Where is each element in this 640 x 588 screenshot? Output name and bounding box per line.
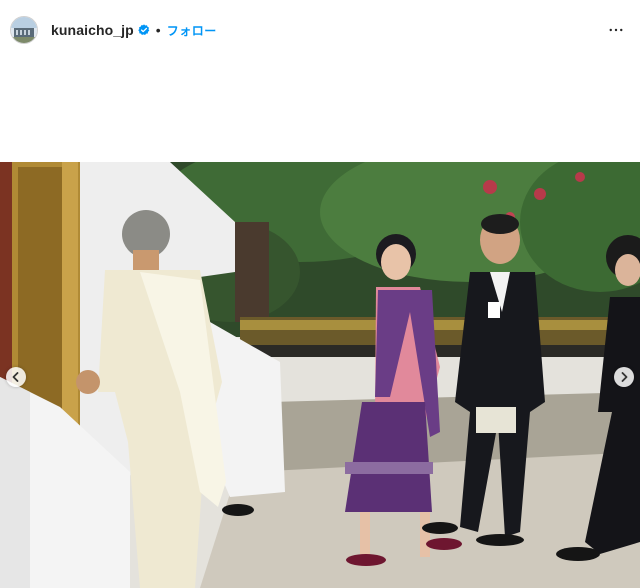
more-horizontal-icon xyxy=(609,28,623,32)
chevron-left-icon xyxy=(12,372,19,382)
follow-button[interactable]: フォロー xyxy=(167,22,217,39)
profile-avatar[interactable] xyxy=(10,16,38,44)
carousel-prev-button[interactable] xyxy=(6,367,26,387)
photo-scene xyxy=(0,162,640,588)
carousel-next-button[interactable] xyxy=(614,367,634,387)
separator-dot: • xyxy=(155,22,161,38)
username-link[interactable]: kunaicho_jp xyxy=(51,22,134,38)
verified-badge-icon xyxy=(138,24,150,36)
building-avatar-icon xyxy=(11,17,37,43)
chevron-right-icon xyxy=(621,372,628,382)
more-options-button[interactable] xyxy=(604,18,628,42)
post-photo[interactable] xyxy=(0,162,640,588)
post-header: kunaicho_jp • フォロー xyxy=(0,0,640,60)
